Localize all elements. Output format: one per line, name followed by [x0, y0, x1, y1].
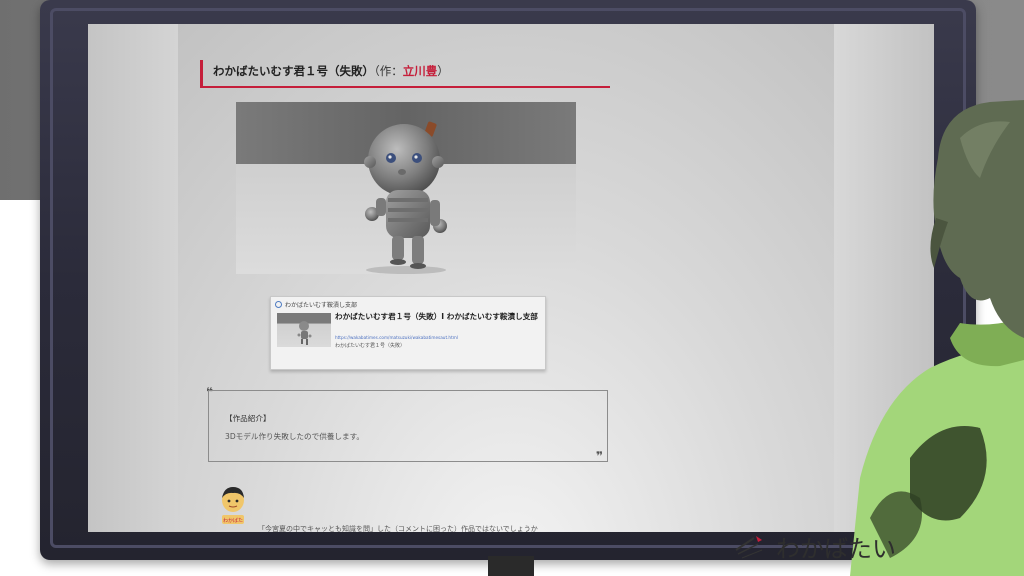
link-card-site: わかばたいむす鞍漬し支部	[275, 300, 357, 309]
link-card-site-name: わかばたいむす鞍漬し支部	[285, 302, 358, 309]
pen-logo-icon	[735, 536, 763, 559]
link-card-title: わかばたいむす君１号（失敗）I わかばたいむす鞍漬し支部	[335, 312, 538, 321]
quote-body: 3Dモデル作り失敗したので供養します。	[225, 432, 365, 441]
monitor-stand	[488, 556, 534, 576]
watermark: わかばたい	[732, 526, 896, 566]
article-content: わかばたいむす君１号（失敗）（作：立川豊） わかばたいむす鞍漬し支部 わかばたい…	[178, 24, 834, 532]
author-link[interactable]: 立川豊	[403, 64, 438, 78]
watermark-text: わかばたい	[776, 534, 896, 563]
link-card[interactable]: わかばたいむす鞍漬し支部 わかばたいむす君１号（失敗）I わかばたいむす鞍漬し支…	[270, 296, 546, 370]
avatar: わかばた	[218, 486, 248, 526]
comment-text: 「今宮夏の中でキャッとも知識を問」した（コメントに困った）作品ではないでしょうか	[258, 525, 538, 532]
link-card-thumbnail	[277, 313, 331, 347]
character-figure	[850, 100, 1024, 576]
quote-block: 【作品紹介】 3Dモデル作り失敗したので供養します。	[208, 390, 608, 462]
robot-thumbnail-figure	[297, 321, 312, 345]
page-title: わかばたいむす君１号（失敗）（作：立川豊）	[200, 60, 610, 88]
avatar-face-icon: わかばた	[222, 487, 244, 524]
link-card-url: https://wakabatimes.com/matsuzuki/wakaba…	[335, 335, 458, 340]
title-credit-prefix: （作：	[374, 64, 403, 78]
link-card-description: わかばたいむす君１号（失敗）	[335, 343, 406, 349]
scene: わかばたいむす君１号（失敗）（作：立川豊） わかばたいむす鞍漬し支部 わかばたい…	[0, 0, 1024, 576]
title-credit-suffix: ）	[437, 64, 449, 78]
page-left-margin	[88, 24, 178, 532]
globe-icon	[275, 301, 282, 308]
avatar-label: わかばた	[223, 517, 243, 524]
robot-model-image	[236, 102, 576, 274]
robot-figure	[364, 121, 447, 274]
quote-heading: 【作品紹介】	[225, 414, 271, 423]
title-main: わかばたいむす君１号（失敗）	[213, 64, 374, 78]
close-quote-icon: ❞	[596, 449, 604, 463]
monitor-screen: わかばたいむす君１号（失敗）（作：立川豊） わかばたいむす鞍漬し支部 わかばたい…	[88, 24, 934, 532]
